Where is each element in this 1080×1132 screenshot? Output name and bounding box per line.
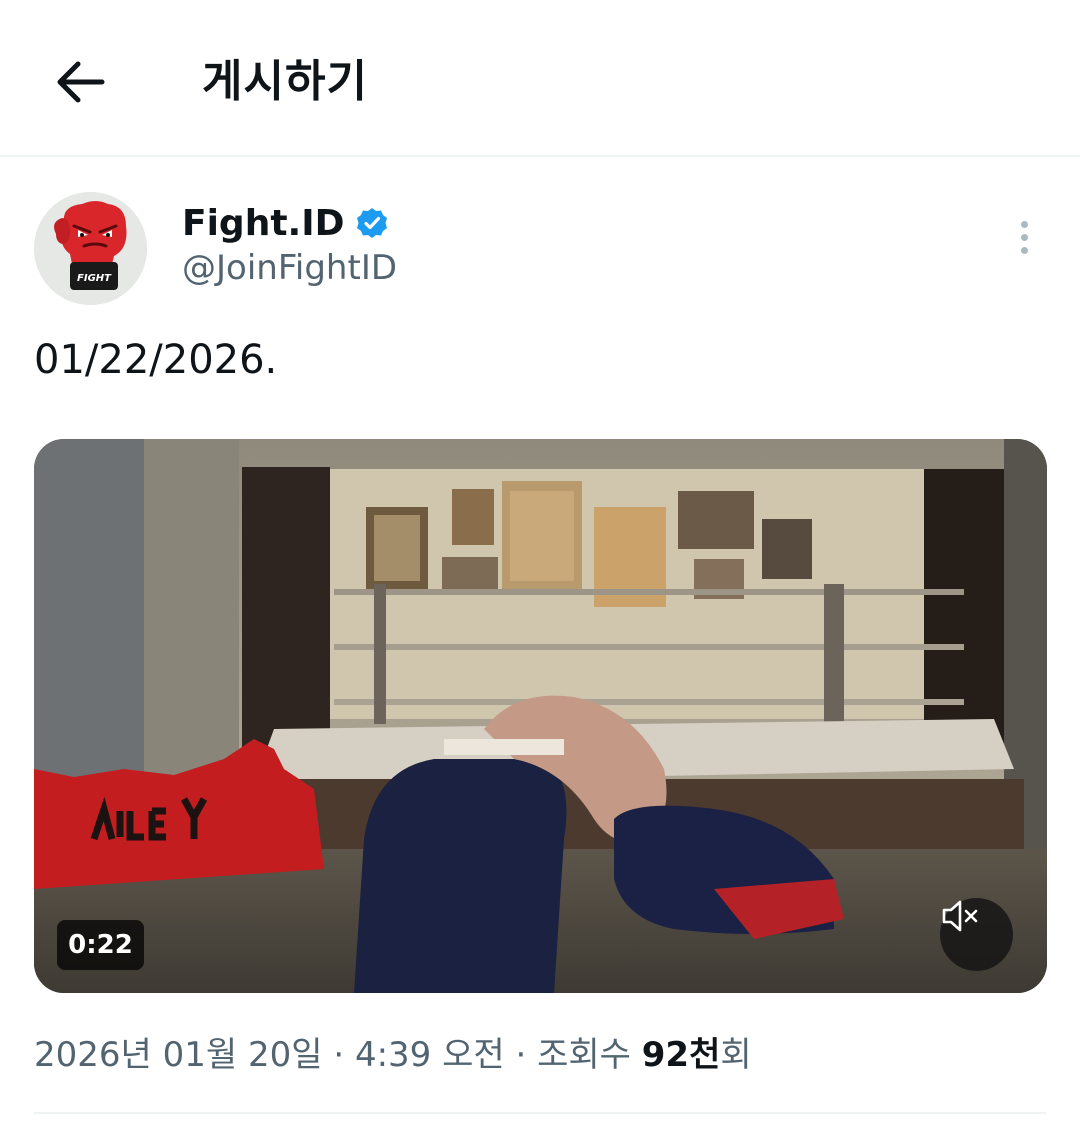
top-bar: 게시하기 [0,0,1080,157]
divider [34,1112,1046,1114]
views-count[interactable]: 92천 [642,1030,721,1080]
views-suffix: 회 [720,1035,752,1075]
back-button[interactable] [48,50,112,114]
author-handle[interactable]: @JoinFightID [182,248,397,288]
meta-separator: · [322,1035,355,1075]
boxing-glove-logo: FIGHT [34,192,147,305]
avatar-logo-text: FIGHT [77,273,112,284]
more-dot [1020,246,1028,254]
tweet-time[interactable]: 4:39 오전 [355,1030,505,1080]
volume-muted-icon [942,900,978,932]
avatar[interactable]: FIGHT [34,192,147,305]
more-dot [1020,233,1028,241]
meta-separator: · [504,1035,538,1075]
tweet-meta: 2026년 01월 20일 · 4:39 오전 · 조회수 92천 회 [34,1030,752,1080]
verified-badge-icon [356,208,387,238]
tweet-text: 01/22/2026. [34,337,278,383]
more-options-button[interactable] [1004,214,1044,260]
back-arrow-icon [57,61,105,103]
video-player[interactable]: 0:22 [34,439,1047,993]
views-label: 조회수 [537,1035,642,1075]
video-frame [34,439,1047,993]
page-title: 게시하기 [202,56,368,107]
more-dot [1020,220,1028,228]
video-duration-badge: 0:22 [57,920,144,970]
mute-button[interactable] [940,898,1013,971]
author-display-name[interactable]: Fight.ID [182,203,345,244]
tweet-date[interactable]: 2026년 01월 20일 [34,1030,323,1080]
author-name-row: Fight.ID [182,200,389,246]
